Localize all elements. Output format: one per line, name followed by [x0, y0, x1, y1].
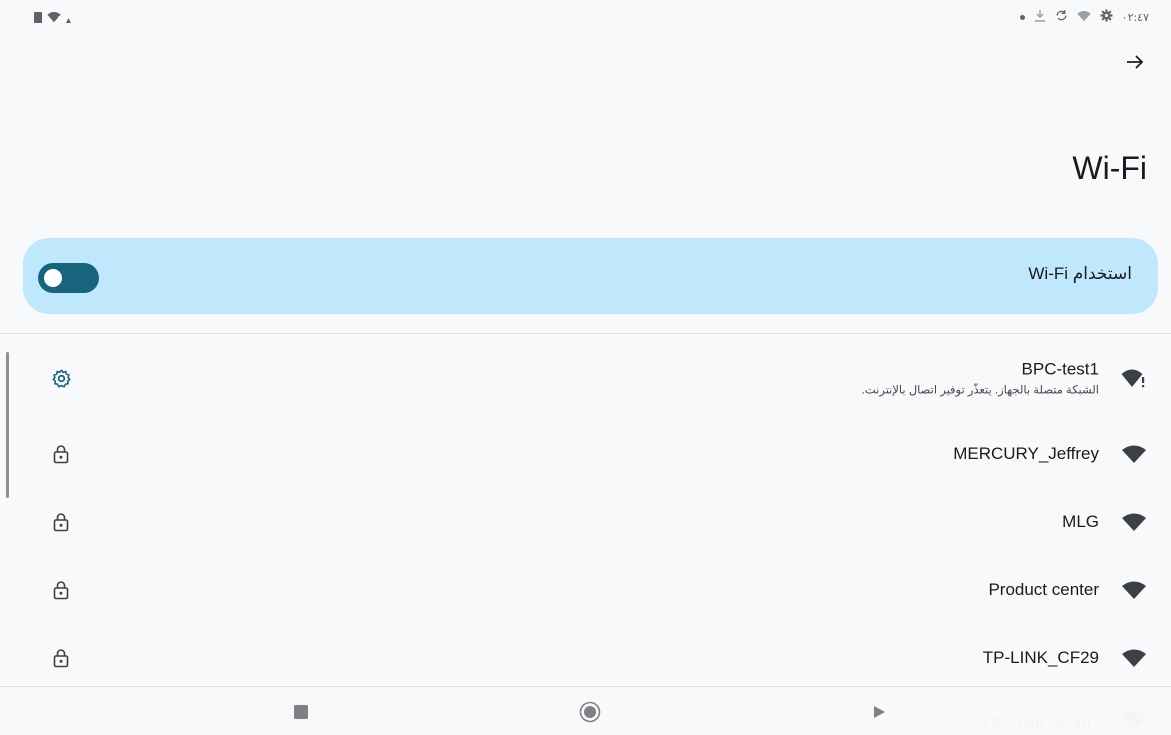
home-button[interactable]: [579, 701, 601, 723]
wifi-full-icon: [1121, 647, 1147, 669]
battery-icon: [34, 10, 42, 28]
back-button[interactable]: [1121, 48, 1149, 76]
dot-icon: [1019, 11, 1025, 23]
sync-icon: [1055, 9, 1068, 25]
network-name: Product center: [988, 580, 1099, 599]
page-title: Wi-Fi: [1072, 150, 1147, 186]
network-name: MERCURY_Jeffrey: [953, 444, 1099, 463]
network-row[interactable]: Product center: [0, 556, 1171, 624]
network-row[interactable]: MLG: [0, 488, 1171, 556]
network-row[interactable]: MERCURY_Jeffrey: [0, 420, 1171, 488]
back-icon: [874, 706, 885, 718]
wifi-alert-icon: [47, 10, 61, 28]
lock-icon: [50, 647, 72, 669]
lock-icon: [50, 579, 72, 601]
lock-icon: [50, 443, 72, 465]
network-text: MERCURY_Jeffrey: [953, 444, 1099, 464]
status-icons-right: ٠٢:٤٧: [1019, 9, 1149, 25]
network-summary: الشبكة متصلة بالجهاز. يتعذّر توفير اتصال…: [861, 384, 1099, 397]
network-text: Product center: [988, 580, 1099, 600]
use-wifi-switch[interactable]: [38, 263, 99, 293]
network-settings-gear-icon[interactable]: [50, 367, 72, 389]
triangle-up-icon: [66, 10, 71, 28]
network-name: BPC-test1: [1021, 359, 1099, 379]
status-bar: ٠٢:٤٧: [0, 0, 1171, 34]
wifi-full-icon: [1121, 511, 1147, 533]
home-icon: [579, 701, 601, 723]
recents-button[interactable]: [290, 701, 312, 723]
switch-thumb: [44, 269, 62, 287]
nav-back-button[interactable]: [868, 701, 890, 723]
wifi-alert-icon: [1121, 367, 1147, 389]
network-list: BPC-test1 الشبكة متصلة بالجهاز. يتعذّر ت…: [0, 336, 1171, 692]
network-text: TP-LINK_CF29: [983, 648, 1099, 668]
wifi-full-icon: [1121, 443, 1147, 465]
clock: ٠٢:٤٧: [1121, 10, 1149, 24]
navigation-bar: [0, 686, 1171, 735]
network-name: MLG: [1062, 512, 1099, 531]
use-wifi-label: استخدام Wi-Fi: [1028, 264, 1132, 283]
wifi-off-icon: [1076, 10, 1091, 25]
wifi-full-icon: [1121, 579, 1147, 601]
network-text: BPC-test1 الشبكة متصلة بالجهاز. يتعذّر ت…: [862, 360, 1099, 397]
download-icon: [1034, 9, 1046, 25]
use-wifi-toggle-card[interactable]: استخدام Wi-Fi: [23, 238, 1158, 314]
network-row[interactable]: BPC-test1 الشبكة متصلة بالجهاز. يتعذّر ت…: [0, 336, 1171, 420]
network-name: TP-LINK_CF29: [982, 648, 1099, 667]
divider: [0, 333, 1171, 334]
gear-icon: [1100, 9, 1113, 25]
status-icons-left: [34, 10, 71, 28]
arrow-right-icon: [1127, 55, 1144, 69]
network-row[interactable]: TP-LINK_CF29: [0, 624, 1171, 692]
recents-icon: [294, 705, 308, 719]
lock-icon: [50, 511, 72, 533]
network-text: MLG: [1062, 512, 1099, 532]
